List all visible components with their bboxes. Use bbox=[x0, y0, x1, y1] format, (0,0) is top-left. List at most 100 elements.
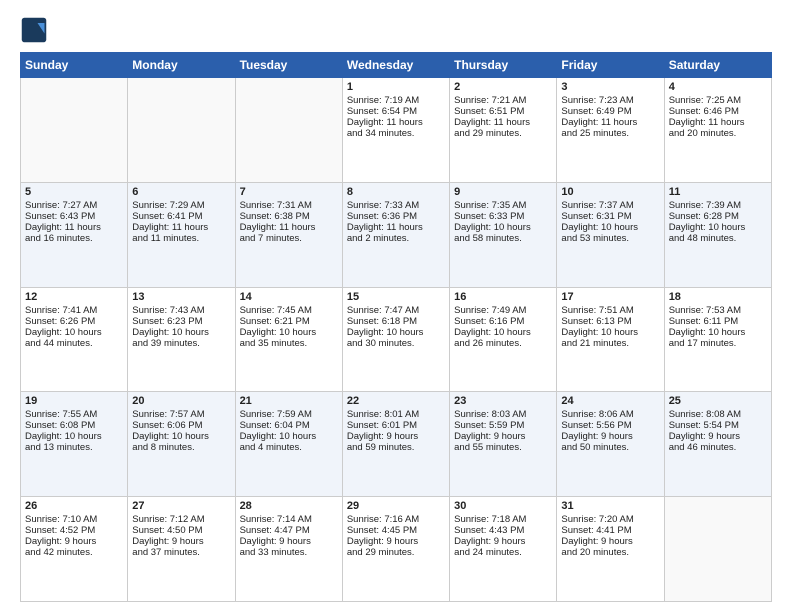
day-info-line: Sunset: 6:21 PM bbox=[240, 316, 338, 327]
day-info-line: Sunset: 5:54 PM bbox=[669, 420, 767, 431]
calendar-header-row: SundayMondayTuesdayWednesdayThursdayFrid… bbox=[21, 53, 772, 78]
day-info-line: and 16 minutes. bbox=[25, 233, 123, 244]
calendar-cell: 9Sunrise: 7:35 AMSunset: 6:33 PMDaylight… bbox=[450, 182, 557, 287]
day-info-line: Sunrise: 7:33 AM bbox=[347, 200, 445, 211]
day-number: 1 bbox=[347, 81, 445, 93]
page: SundayMondayTuesdayWednesdayThursdayFrid… bbox=[0, 0, 792, 612]
weekday-header: Sunday bbox=[21, 53, 128, 78]
day-number: 23 bbox=[454, 395, 552, 407]
day-info-line: Daylight: 9 hours bbox=[561, 536, 659, 547]
day-info-line: Daylight: 11 hours bbox=[347, 117, 445, 128]
day-info-line: and 20 minutes. bbox=[561, 547, 659, 558]
day-number: 3 bbox=[561, 81, 659, 93]
day-info-line: Daylight: 10 hours bbox=[25, 327, 123, 338]
day-info-line: Sunset: 6:16 PM bbox=[454, 316, 552, 327]
calendar-cell: 21 Sunrise: 7:59 AMSunset: 6:04 PMDayligh… bbox=[235, 392, 342, 497]
day-number: 16 bbox=[454, 291, 552, 303]
calendar-cell bbox=[128, 78, 235, 183]
calendar-cell: 6Sunrise: 7:29 AMSunset: 6:41 PMDaylight… bbox=[128, 182, 235, 287]
day-info-line: Daylight: 9 hours bbox=[454, 431, 552, 442]
day-number: 25 bbox=[669, 395, 767, 407]
day-info-line: Daylight: 10 hours bbox=[454, 222, 552, 233]
day-info-line: Daylight: 10 hours bbox=[454, 327, 552, 338]
calendar-cell: 7Sunrise: 7:31 AMSunset: 6:38 PMDaylight… bbox=[235, 182, 342, 287]
calendar-cell: 1Sunrise: 7:19 AMSunset: 6:54 PMDaylight… bbox=[342, 78, 449, 183]
calendar-cell: 8Sunrise: 7:33 AMSunset: 6:36 PMDaylight… bbox=[342, 182, 449, 287]
day-info-line: Daylight: 9 hours bbox=[454, 536, 552, 547]
weekday-header: Saturday bbox=[664, 53, 771, 78]
day-number: 4 bbox=[669, 81, 767, 93]
day-number: 30 bbox=[454, 500, 552, 512]
calendar-cell: 30Sunrise: 7:18 AMSunset: 4:43 PMDayligh… bbox=[450, 497, 557, 602]
day-info-line: and 30 minutes. bbox=[347, 338, 445, 349]
calendar-cell: 28Sunrise: 7:14 AMSunset: 4:47 PMDayligh… bbox=[235, 497, 342, 602]
day-info-line: Sunrise: 7:16 AM bbox=[347, 514, 445, 525]
day-info-line: Sunset: 6:43 PM bbox=[25, 211, 123, 222]
weekday-header: Tuesday bbox=[235, 53, 342, 78]
day-info-line: Sunset: 6:28 PM bbox=[669, 211, 767, 222]
calendar-table: SundayMondayTuesdayWednesdayThursdayFrid… bbox=[20, 52, 772, 602]
day-info-line: Sunset: 6:33 PM bbox=[454, 211, 552, 222]
day-info-line: Sunset: 6:06 PM bbox=[132, 420, 230, 431]
day-info-line: Sunrise: 7:45 AM bbox=[240, 305, 338, 316]
calendar-cell: 25Sunrise: 8:08 AMSunset: 5:54 PMDayligh… bbox=[664, 392, 771, 497]
day-number: 9 bbox=[454, 186, 552, 198]
day-info-line: Sunrise: 7:53 AM bbox=[669, 305, 767, 316]
day-info-line: Daylight: 11 hours bbox=[25, 222, 123, 233]
calendar-cell bbox=[664, 497, 771, 602]
calendar-cell: 22Sunrise: 8:01 AMSunset: 6:01 PMDayligh… bbox=[342, 392, 449, 497]
weekday-header: Thursday bbox=[450, 53, 557, 78]
day-info-line: and 34 minutes. bbox=[347, 128, 445, 139]
calendar-cell: 15Sunrise: 7:47 AMSunset: 6:18 PMDayligh… bbox=[342, 287, 449, 392]
day-info-line: Sunrise: 7:41 AM bbox=[25, 305, 123, 316]
day-number: 13 bbox=[132, 291, 230, 303]
calendar-cell: 27Sunrise: 7:12 AMSunset: 4:50 PMDayligh… bbox=[128, 497, 235, 602]
day-info-line: Sunset: 4:45 PM bbox=[347, 525, 445, 536]
day-info-line: Daylight: 9 hours bbox=[25, 536, 123, 547]
day-info-line: Daylight: 10 hours bbox=[240, 431, 338, 442]
day-info-line: and 25 minutes. bbox=[561, 128, 659, 139]
calendar-cell: 29Sunrise: 7:16 AMSunset: 4:45 PMDayligh… bbox=[342, 497, 449, 602]
day-info-line: Sunrise: 7:59 AM bbox=[240, 409, 338, 420]
calendar-week-row: 26Sunrise: 7:10 AMSunset: 4:52 PMDayligh… bbox=[21, 497, 772, 602]
calendar-cell: 20Sunrise: 7:57 AMSunset: 6:06 PMDayligh… bbox=[128, 392, 235, 497]
day-info-line: Daylight: 10 hours bbox=[132, 327, 230, 338]
day-number: 12 bbox=[25, 291, 123, 303]
day-info-line: Daylight: 10 hours bbox=[347, 327, 445, 338]
day-number: 21 bbox=[240, 395, 338, 407]
day-info-line: Sunrise: 7:51 AM bbox=[561, 305, 659, 316]
day-info-line: Sunset: 6:36 PM bbox=[347, 211, 445, 222]
day-info-line: Sunset: 6:04 PM bbox=[240, 420, 338, 431]
day-info-line: Daylight: 11 hours bbox=[347, 222, 445, 233]
day-info-line: Sunrise: 7:23 AM bbox=[561, 95, 659, 106]
day-info-line: Daylight: 10 hours bbox=[561, 222, 659, 233]
day-info-line: Daylight: 10 hours bbox=[669, 222, 767, 233]
day-info-line: Sunrise: 7:19 AM bbox=[347, 95, 445, 106]
day-info-line: Daylight: 10 hours bbox=[240, 327, 338, 338]
day-info-line: Sunset: 6:23 PM bbox=[132, 316, 230, 327]
day-info-line: and 7 minutes. bbox=[240, 233, 338, 244]
logo bbox=[20, 16, 52, 44]
day-info-line: Sunset: 4:47 PM bbox=[240, 525, 338, 536]
day-info-line: Sunset: 5:56 PM bbox=[561, 420, 659, 431]
day-info-line: Sunrise: 7:49 AM bbox=[454, 305, 552, 316]
calendar-cell: 26Sunrise: 7:10 AMSunset: 4:52 PMDayligh… bbox=[21, 497, 128, 602]
day-info-line: and 4 minutes. bbox=[240, 442, 338, 453]
calendar-week-row: 19Sunrise: 7:55 AMSunset: 6:08 PMDayligh… bbox=[21, 392, 772, 497]
day-info-line: Daylight: 9 hours bbox=[561, 431, 659, 442]
day-info-line: Sunset: 6:26 PM bbox=[25, 316, 123, 327]
day-info-line: Sunrise: 8:08 AM bbox=[669, 409, 767, 420]
calendar-week-row: 12Sunrise: 7:41 AMSunset: 6:26 PMDayligh… bbox=[21, 287, 772, 392]
day-number: 19 bbox=[25, 395, 123, 407]
day-info-line: Sunrise: 7:47 AM bbox=[347, 305, 445, 316]
day-info-line: and 39 minutes. bbox=[132, 338, 230, 349]
calendar-cell: 14Sunrise: 7:45 AMSunset: 6:21 PMDayligh… bbox=[235, 287, 342, 392]
calendar-week-row: 1Sunrise: 7:19 AMSunset: 6:54 PMDaylight… bbox=[21, 78, 772, 183]
day-info-line: and 42 minutes. bbox=[25, 547, 123, 558]
day-number: 11 bbox=[669, 186, 767, 198]
day-info-line: Daylight: 11 hours bbox=[132, 222, 230, 233]
day-number: 18 bbox=[669, 291, 767, 303]
day-info-line: Daylight: 10 hours bbox=[561, 327, 659, 338]
calendar-cell: 17Sunrise: 7:51 AMSunset: 6:13 PMDayligh… bbox=[557, 287, 664, 392]
day-number: 31 bbox=[561, 500, 659, 512]
